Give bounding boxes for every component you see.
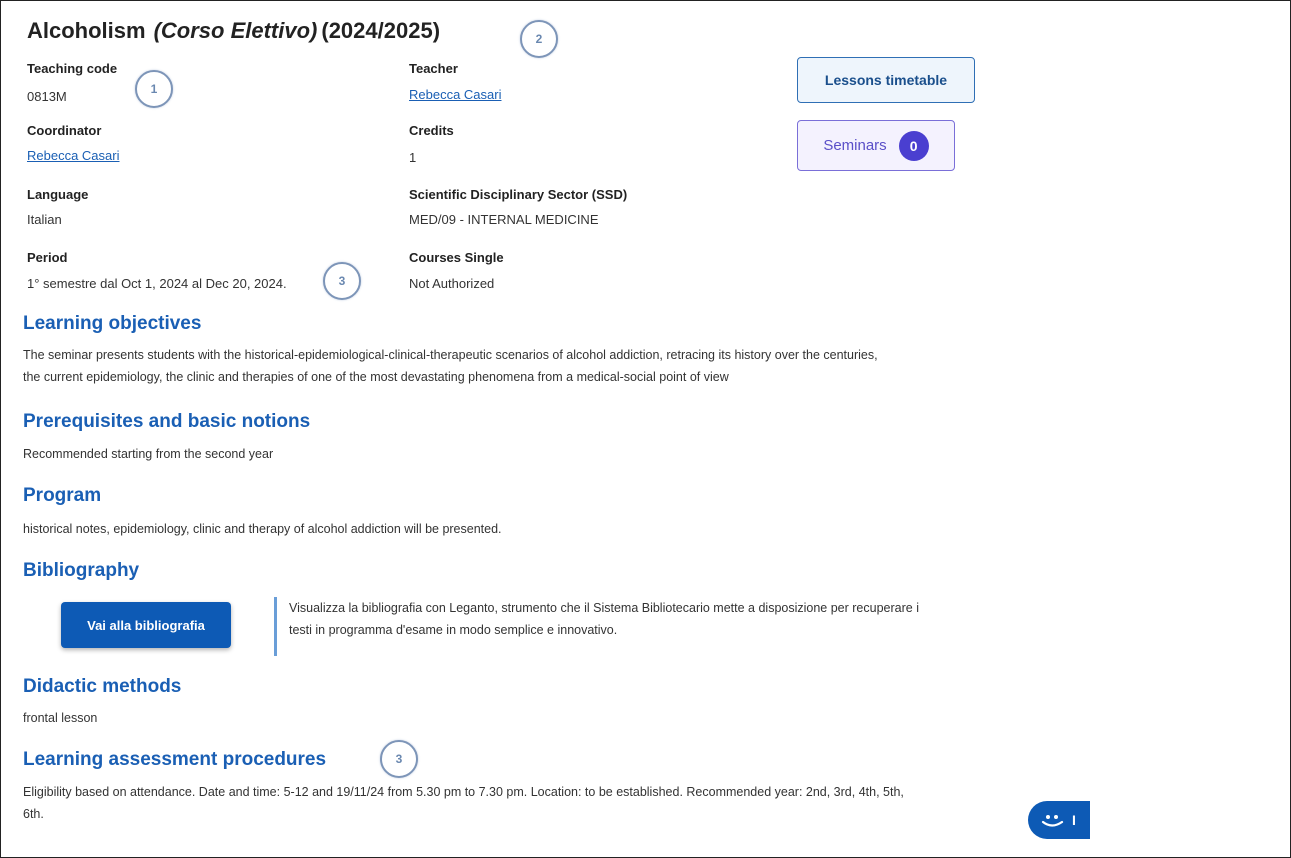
assessment-heading: Learning assessment procedures [23,749,327,770]
course-year: (2024/2025) [321,18,441,43]
bibliography-note-line-1: Visualizza la bibliografia con Leganto, … [289,601,919,615]
ssd-value: MED/09 - INTERNAL MEDICINE [409,212,599,227]
chat-widget-button[interactable]: I [1028,801,1090,839]
teacher-link[interactable]: Rebecca Casari [409,87,502,102]
courses-single-label: Courses Single [409,250,504,265]
teacher-label: Teacher [409,61,458,76]
assessment-line-1: Eligibility based on attendance. Date an… [23,785,904,799]
language-value: Italian [27,212,62,227]
ssd-label: Scientific Disciplinary Sector (SSD) [409,187,628,202]
callout-marker: 3 [323,262,361,300]
bibliography-heading: Bibliography [23,560,140,581]
period-label: Period [27,250,68,265]
callout-marker: 3 [380,740,418,778]
seminars-button[interactable]: Seminars 0 [797,120,955,171]
language-label: Language [27,187,89,202]
didactic-methods-text: frontal lesson [23,711,98,725]
course-name: Alcoholism [27,18,146,43]
credits-value: 1 [409,150,417,165]
objectives-text: The seminar presents students with the h… [23,344,1063,388]
course-type: (Corso Elettivo) [153,18,318,43]
program-heading: Program [23,485,102,506]
chat-widget-label: I [1072,812,1076,828]
objectives-line-1: The seminar presents students with the h… [23,348,878,362]
assessment-line-2: 6th. [23,807,44,821]
lessons-timetable-button[interactable]: Lessons timetable [797,57,975,103]
seminars-count-badge: 0 [898,130,929,161]
objectives-heading: Learning objectives [23,313,202,334]
program-text: historical notes, epidemiology, clinic a… [23,522,502,536]
prerequisites-heading: Prerequisites and basic notions [23,411,311,432]
teaching-code-label: Teaching code [27,61,118,76]
prerequisites-text: Recommended starting from the second yea… [23,447,274,461]
seminars-label: Seminars [823,137,887,154]
objectives-line-2: the current epidemiology, the clinic and… [23,370,729,384]
coordinator-link[interactable]: Rebecca Casari [27,148,120,163]
bibliography-note-line-2: testi in programma d'esame in modo sempl… [289,623,618,637]
bibliography-button[interactable]: Vai alla bibliografia [61,602,231,648]
callout-marker: 2 [520,20,558,58]
page-title: Alcoholism (Corso Elettivo) (2024/2025) [27,18,440,44]
callout-marker: 1 [135,70,173,108]
coordinator-label: Coordinator [27,123,102,138]
smile-chat-icon [1041,815,1064,827]
teaching-code-value: 0813M [27,89,67,104]
period-value: 1° semestre dal Oct 1, 2024 al Dec 20, 2… [27,276,287,291]
assessment-text: Eligibility based on attendance. Date an… [23,781,1063,825]
courses-single-value: Not Authorized [409,276,495,291]
credits-label: Credits [409,123,454,138]
bibliography-note: Visualizza la bibliografia con Leganto, … [274,597,1029,656]
didactic-methods-heading: Didactic methods [23,676,182,697]
